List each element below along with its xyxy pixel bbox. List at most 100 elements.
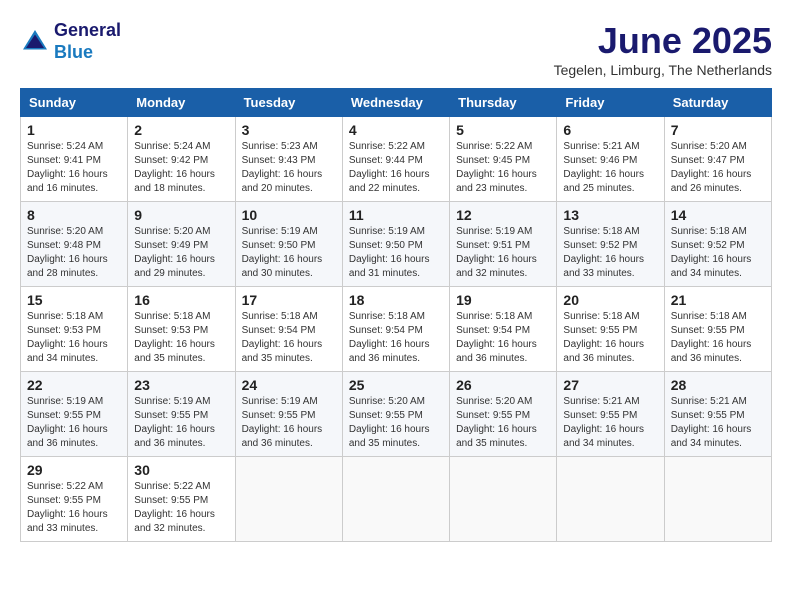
- calendar-cell: 2 Sunrise: 5:24 AM Sunset: 9:42 PM Daylig…: [128, 117, 235, 202]
- logo: General Blue: [20, 20, 121, 63]
- day-number: 13: [563, 207, 657, 223]
- calendar-cell: 6Sunrise: 5:21 AM Sunset: 9:46 PM Daylig…: [557, 117, 664, 202]
- day-info: Sunrise: 5:24 AM Sunset: 9:42 PM Dayligh…: [134, 140, 228, 196]
- day-info: Sunrise: 5:18 AM Sunset: 9:52 PM Dayligh…: [563, 225, 657, 281]
- day-info: Sunrise: 5:18 AM Sunset: 9:53 PM Dayligh…: [27, 310, 121, 366]
- calendar-cell: 4Sunrise: 5:22 AM Sunset: 9:44 PM Daylig…: [342, 117, 449, 202]
- calendar-cell: 13 Sunrise: 5:18 AM Sunset: 9:52 PM Dayli…: [557, 202, 664, 287]
- day-of-week-header: Friday: [557, 89, 664, 117]
- calendar-cell: 23Sunrise: 5:19 AM Sunset: 9:55 PM Dayli…: [128, 372, 235, 457]
- calendar-cell: 30Sunrise: 5:22 AM Sunset: 9:55 PM Dayli…: [128, 457, 235, 542]
- day-number: 6: [563, 122, 657, 138]
- day-info: Sunrise: 5:18 AM Sunset: 9:52 PM Dayligh…: [671, 225, 765, 281]
- day-info: Sunrise: 5:19 AM Sunset: 9:50 PM Dayligh…: [242, 225, 336, 281]
- day-number: 27: [563, 377, 657, 393]
- day-number: 19: [456, 292, 550, 308]
- day-number: 30: [134, 462, 228, 478]
- logo-icon: [20, 27, 50, 57]
- day-info: Sunrise: 5:18 AM Sunset: 9:55 PM Dayligh…: [563, 310, 657, 366]
- day-number: 2: [134, 122, 228, 138]
- day-of-week-header: Thursday: [450, 89, 557, 117]
- calendar-cell: 25Sunrise: 5:20 AM Sunset: 9:55 PM Dayli…: [342, 372, 449, 457]
- calendar-cell: 14 Sunrise: 5:18 AM Sunset: 9:52 PM Dayli…: [664, 202, 771, 287]
- day-number: 10: [242, 207, 336, 223]
- day-info: Sunrise: 5:20 AM Sunset: 9:47 PM Dayligh…: [671, 140, 765, 196]
- day-info: Sunrise: 5:18 AM Sunset: 9:54 PM Dayligh…: [456, 310, 550, 366]
- calendar-cell: 11 Sunrise: 5:19 AM Sunset: 9:50 PM Dayli…: [342, 202, 449, 287]
- day-number: 24: [242, 377, 336, 393]
- calendar-cell: 27 Sunrise: 5:21 AM Sunset: 9:55 PM Dayli…: [557, 372, 664, 457]
- day-info: Sunrise: 5:22 AM Sunset: 9:55 PM Dayligh…: [27, 480, 121, 536]
- calendar-cell: 28Sunrise: 5:21 AM Sunset: 9:55 PM Dayli…: [664, 372, 771, 457]
- day-of-week-header: Tuesday: [235, 89, 342, 117]
- month-title: June 2025: [554, 20, 772, 62]
- day-info: Sunrise: 5:20 AM Sunset: 9:49 PM Dayligh…: [134, 225, 228, 281]
- day-info: Sunrise: 5:22 AM Sunset: 9:44 PM Dayligh…: [349, 140, 443, 196]
- calendar-cell: [342, 457, 449, 542]
- day-info: Sunrise: 5:23 AM Sunset: 9:43 PM Dayligh…: [242, 140, 336, 196]
- day-info: Sunrise: 5:20 AM Sunset: 9:48 PM Dayligh…: [27, 225, 121, 281]
- day-info: Sunrise: 5:21 AM Sunset: 9:55 PM Dayligh…: [563, 395, 657, 451]
- calendar-cell: 16 Sunrise: 5:18 AM Sunset: 9:53 PM Dayli…: [128, 287, 235, 372]
- day-info: Sunrise: 5:19 AM Sunset: 9:50 PM Dayligh…: [349, 225, 443, 281]
- logo-line1: General: [54, 20, 121, 42]
- day-number: 22: [27, 377, 121, 393]
- calendar-cell: 29 Sunrise: 5:22 AM Sunset: 9:55 PM Dayli…: [21, 457, 128, 542]
- day-info: Sunrise: 5:20 AM Sunset: 9:55 PM Dayligh…: [456, 395, 550, 451]
- day-info: Sunrise: 5:22 AM Sunset: 9:45 PM Dayligh…: [456, 140, 550, 196]
- calendar-cell: [235, 457, 342, 542]
- day-number: 5: [456, 122, 550, 138]
- day-info: Sunrise: 5:18 AM Sunset: 9:54 PM Dayligh…: [242, 310, 336, 366]
- calendar-cell: [557, 457, 664, 542]
- logo-line2: Blue: [54, 42, 121, 64]
- day-number: 9: [134, 207, 228, 223]
- calendar-cell: 1 Sunrise: 5:24 AM Sunset: 9:41 PM Daylig…: [21, 117, 128, 202]
- day-number: 3: [242, 122, 336, 138]
- calendar-cell: 12Sunrise: 5:19 AM Sunset: 9:51 PM Dayli…: [450, 202, 557, 287]
- day-number: 29: [27, 462, 121, 478]
- calendar-row: 1 Sunrise: 5:24 AM Sunset: 9:41 PM Daylig…: [21, 117, 772, 202]
- day-number: 15: [27, 292, 121, 308]
- day-number: 11: [349, 207, 443, 223]
- calendar-cell: 15 Sunrise: 5:18 AM Sunset: 9:53 PM Dayli…: [21, 287, 128, 372]
- day-info: Sunrise: 5:19 AM Sunset: 9:55 PM Dayligh…: [242, 395, 336, 451]
- calendar-cell: 7 Sunrise: 5:20 AM Sunset: 9:47 PM Daylig…: [664, 117, 771, 202]
- day-info: Sunrise: 5:24 AM Sunset: 9:41 PM Dayligh…: [27, 140, 121, 196]
- day-number: 8: [27, 207, 121, 223]
- calendar-cell: 10 Sunrise: 5:19 AM Sunset: 9:50 PM Dayli…: [235, 202, 342, 287]
- day-number: 21: [671, 292, 765, 308]
- calendar-row: 29 Sunrise: 5:22 AM Sunset: 9:55 PM Dayli…: [21, 457, 772, 542]
- day-of-week-header: Monday: [128, 89, 235, 117]
- day-of-week-header: Wednesday: [342, 89, 449, 117]
- calendar-cell: 20Sunrise: 5:18 AM Sunset: 9:55 PM Dayli…: [557, 287, 664, 372]
- day-number: 28: [671, 377, 765, 393]
- day-number: 25: [349, 377, 443, 393]
- calendar-cell: 9 Sunrise: 5:20 AM Sunset: 9:49 PM Daylig…: [128, 202, 235, 287]
- day-info: Sunrise: 5:18 AM Sunset: 9:53 PM Dayligh…: [134, 310, 228, 366]
- calendar-cell: 22Sunrise: 5:19 AM Sunset: 9:55 PM Dayli…: [21, 372, 128, 457]
- calendar-header-row: SundayMondayTuesdayWednesdayThursdayFrid…: [21, 89, 772, 117]
- calendar-row: 8 Sunrise: 5:20 AM Sunset: 9:48 PM Daylig…: [21, 202, 772, 287]
- day-info: Sunrise: 5:18 AM Sunset: 9:55 PM Dayligh…: [671, 310, 765, 366]
- day-number: 1: [27, 122, 121, 138]
- day-of-week-header: Saturday: [664, 89, 771, 117]
- location: Tegelen, Limburg, The Netherlands: [554, 62, 772, 78]
- day-info: Sunrise: 5:18 AM Sunset: 9:54 PM Dayligh…: [349, 310, 443, 366]
- title-block: June 2025 Tegelen, Limburg, The Netherla…: [554, 20, 772, 78]
- calendar-row: 15 Sunrise: 5:18 AM Sunset: 9:53 PM Dayli…: [21, 287, 772, 372]
- calendar-cell: [664, 457, 771, 542]
- day-number: 7: [671, 122, 765, 138]
- calendar-cell: 19 Sunrise: 5:18 AM Sunset: 9:54 PM Dayli…: [450, 287, 557, 372]
- calendar-row: 22 Sunrise: 5:19 AM Sunset: 9:55 PM Dayli…: [21, 372, 772, 457]
- calendar-cell: 26 Sunrise: 5:20 AM Sunset: 9:55 PM Dayli…: [450, 372, 557, 457]
- day-number: 26: [456, 377, 550, 393]
- day-number: 14: [671, 207, 765, 223]
- calendar-cell: 21 Sunrise: 5:18 AM Sunset: 9:55 PM Dayli…: [664, 287, 771, 372]
- day-number: 16: [134, 292, 228, 308]
- day-info: Sunrise: 5:19 AM Sunset: 9:55 PM Dayligh…: [134, 395, 228, 451]
- page-header: General Blue June 2025 Tegelen, Limburg,…: [20, 20, 772, 78]
- calendar-cell: [450, 457, 557, 542]
- day-of-week-header: Sunday: [21, 89, 128, 117]
- calendar-cell: 8 Sunrise: 5:20 AM Sunset: 9:48 PM Daylig…: [21, 202, 128, 287]
- logo-text: General Blue: [54, 20, 121, 63]
